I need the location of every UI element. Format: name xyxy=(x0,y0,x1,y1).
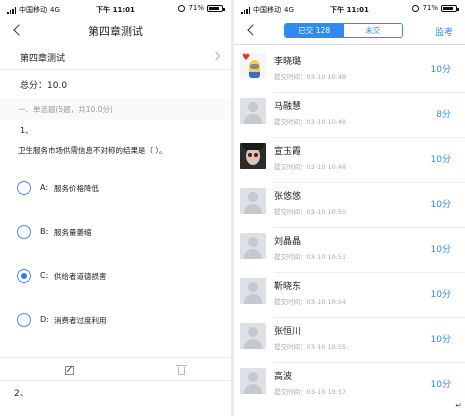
option-text: 服务价格降低 xyxy=(54,184,99,193)
student-row[interactable]: 刘晶晶 提交时间：03-10 10:51 10分 xyxy=(234,228,465,273)
option-b[interactable]: B: 服务量萎缩 xyxy=(14,222,221,244)
student-name: 宣玉霞 xyxy=(274,147,302,157)
student-score: 10分 xyxy=(430,290,451,300)
quiz-panel: 中国移动 4G 下午 11:01 71% 第四章测试 第四章测试 总分：10.0… xyxy=(0,0,231,416)
student-name: 马融慧 xyxy=(274,102,302,112)
orientation-lock-icon xyxy=(412,4,420,12)
student-row[interactable]: 张悠悠 提交时间：03-10 10:50 10分 xyxy=(234,183,465,228)
question-number: 1、 xyxy=(20,126,34,135)
submit-time: 提交时间：03-10 10:54 xyxy=(274,298,347,306)
student-score: 10分 xyxy=(430,335,451,345)
status-bar: 中国移动 4G 下午 11:01 71% xyxy=(0,0,231,18)
student-name: 李晓璐 xyxy=(274,57,302,67)
back-arrow-icon[interactable] xyxy=(244,22,260,38)
submissions-panel: 中国移动 4G 下午 11:01 71% 已交 128 未交 监考 ♥ 李晓璐 … xyxy=(234,0,465,416)
student-name: 高波 xyxy=(274,372,293,382)
student-name: 张悠悠 xyxy=(274,192,302,202)
option-letter: C: xyxy=(40,271,49,280)
option-text: 消费者过度利用 xyxy=(54,316,107,325)
battery-percent: 71% xyxy=(188,4,204,12)
default-avatar xyxy=(240,188,266,214)
submit-time: 提交时间：03-10 10:51 xyxy=(274,253,347,261)
section-header: 一、单选题(5题，共10.0分) xyxy=(0,98,231,120)
student-name: 张恒川 xyxy=(274,327,302,337)
student-row[interactable]: 靳晓东 提交时间：03-10 10:54 10分 xyxy=(234,273,465,318)
submit-time: 提交时间：03-10 10:48 xyxy=(274,118,347,126)
option-a[interactable]: A: 服务价格降低 xyxy=(14,178,221,200)
submit-time: 提交时间：03-10 10:48 xyxy=(274,163,347,171)
photo-avatar xyxy=(240,143,266,169)
orientation-lock-icon xyxy=(178,4,186,12)
chevron-right-icon xyxy=(211,51,221,61)
radio-button[interactable] xyxy=(17,225,31,239)
battery-icon xyxy=(441,4,459,12)
student-score: 10分 xyxy=(430,155,451,165)
student-row[interactable]: 高波 提交时间：03-10 10:57 10分 xyxy=(234,363,465,408)
submission-tabs: 已交 128 未交 xyxy=(284,23,403,38)
option-text: 供给者道德损害 xyxy=(54,272,107,281)
battery-icon xyxy=(207,4,225,12)
student-name: 刘晶晶 xyxy=(274,237,302,247)
student-name: 靳晓东 xyxy=(274,282,302,292)
monitor-button[interactable]: 监考 xyxy=(435,25,453,38)
chapter-selector[interactable]: 第四章测试 xyxy=(0,46,231,70)
submit-time: 提交时间：03-10 10:55 xyxy=(274,343,347,351)
student-row[interactable]: 张恒川 提交时间：03-10 10:55 10分 xyxy=(234,318,465,363)
default-avatar xyxy=(240,233,266,259)
student-score: 10分 xyxy=(430,200,451,210)
tab-submitted[interactable]: 已交 128 xyxy=(285,24,344,37)
chapter-selector-label: 第四章测试 xyxy=(20,54,66,64)
battery-percent: 71% xyxy=(422,4,438,12)
student-score: 10分 xyxy=(430,380,451,390)
option-letter: D: xyxy=(40,315,49,324)
submit-time: 提交时间：03-10 10:50 xyxy=(274,208,347,216)
radio-button[interactable] xyxy=(17,313,31,327)
return-mark-icon: ↵ xyxy=(455,401,462,410)
default-avatar xyxy=(240,368,266,394)
submit-time: 提交时间：03-10 10:48 xyxy=(274,73,347,81)
total-score: 总分：10.0 xyxy=(20,81,68,91)
edit-icon[interactable] xyxy=(64,364,76,376)
submit-time: 提交时间：03-10 10:57 xyxy=(274,388,347,396)
tab-not-submitted[interactable]: 未交 xyxy=(343,24,402,37)
student-row[interactable]: 宣玉霞 提交时间：03-10 10:48 10分 xyxy=(234,138,465,183)
radio-button-selected[interactable] xyxy=(17,269,31,283)
trash-icon[interactable] xyxy=(176,364,187,376)
option-text: 服务量萎缩 xyxy=(54,228,92,237)
option-c[interactable]: C: 供给者道德损害 xyxy=(14,266,221,288)
status-bar: 中国移动 4G 下午 11:01 71% xyxy=(234,0,465,18)
option-letter: B: xyxy=(40,227,49,236)
header-divider xyxy=(234,44,465,45)
question-text: 卫生服务市场供需信息不对称的结果是（ ）。 xyxy=(18,146,167,155)
page-title: 第四章测试 xyxy=(88,25,143,38)
default-avatar xyxy=(240,278,266,304)
question-toolbar xyxy=(0,357,231,381)
default-avatar xyxy=(240,323,266,349)
default-avatar xyxy=(240,98,266,124)
option-letter: A: xyxy=(40,183,49,192)
student-row[interactable]: 马融慧 提交时间：03-10 10:48 8分 xyxy=(234,93,465,138)
radio-button[interactable] xyxy=(17,181,31,195)
student-row[interactable]: ♥ 李晓璐 提交时间：03-10 10:48 10分 xyxy=(234,48,465,93)
option-d[interactable]: D: 消费者过度利用 xyxy=(14,310,221,332)
nav-bar: 第四章测试 xyxy=(0,18,231,44)
student-score: 10分 xyxy=(430,65,451,75)
section-title: 一、单选题(5题，共10.0分) xyxy=(18,105,113,114)
student-score: 8分 xyxy=(436,110,451,120)
student-score: 10分 xyxy=(430,245,451,255)
minion-avatar: ♥ xyxy=(240,53,266,79)
next-question-number: 2、 xyxy=(14,389,29,399)
